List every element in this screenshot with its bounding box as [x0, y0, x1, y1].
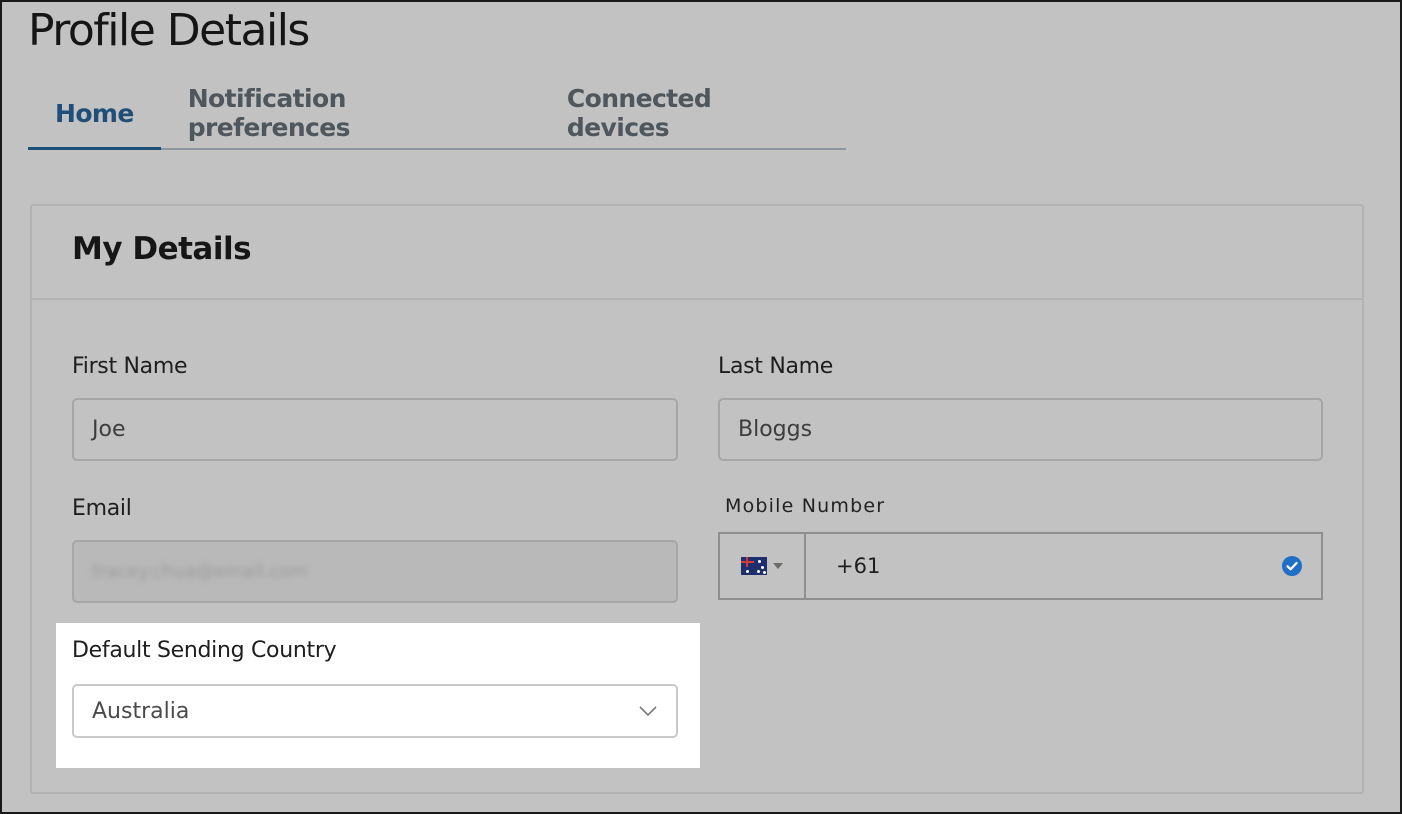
- tab-bar: Home Notification preferences Connected …: [28, 78, 846, 150]
- last-name-input[interactable]: Bloggs: [718, 398, 1323, 461]
- last-name-label: Last Name: [718, 354, 834, 379]
- caret-down-icon: [773, 563, 783, 569]
- tab-connected-devices[interactable]: Connected devices: [540, 78, 846, 148]
- default-sending-country-value: Australia: [92, 698, 190, 724]
- default-sending-country-label: Default Sending Country: [72, 638, 337, 663]
- mobile-number-input[interactable]: +61: [806, 534, 1321, 598]
- chevron-down-icon: [639, 706, 657, 717]
- australia-flag-icon: [741, 557, 767, 575]
- last-name-value: Bloggs: [738, 417, 813, 442]
- tab-notification-preferences[interactable]: Notification preferences: [161, 78, 540, 148]
- default-sending-country-select[interactable]: Australia: [72, 684, 678, 738]
- email-input[interactable]: tracey.chua@email.com: [72, 540, 678, 603]
- email-label: Email: [72, 496, 132, 521]
- first-name-input[interactable]: Joe: [72, 398, 678, 461]
- first-name-label: First Name: [72, 354, 188, 379]
- tab-home[interactable]: Home: [28, 78, 161, 150]
- page-title: Profile Details: [28, 5, 310, 56]
- mobile-number-value: +61: [836, 554, 881, 578]
- verified-check-icon: [1282, 556, 1302, 576]
- mobile-number-field: +61: [718, 532, 1323, 600]
- app-window: Profile Details Home Notification prefer…: [0, 0, 1402, 814]
- mobile-number-label: Mobile Number: [725, 495, 886, 517]
- first-name-value: Joe: [92, 417, 126, 442]
- email-value: tracey.chua@email.com: [92, 561, 308, 582]
- card-title: My Details: [72, 231, 252, 267]
- card-header: My Details: [32, 206, 1362, 300]
- country-code-dropdown[interactable]: [720, 534, 806, 598]
